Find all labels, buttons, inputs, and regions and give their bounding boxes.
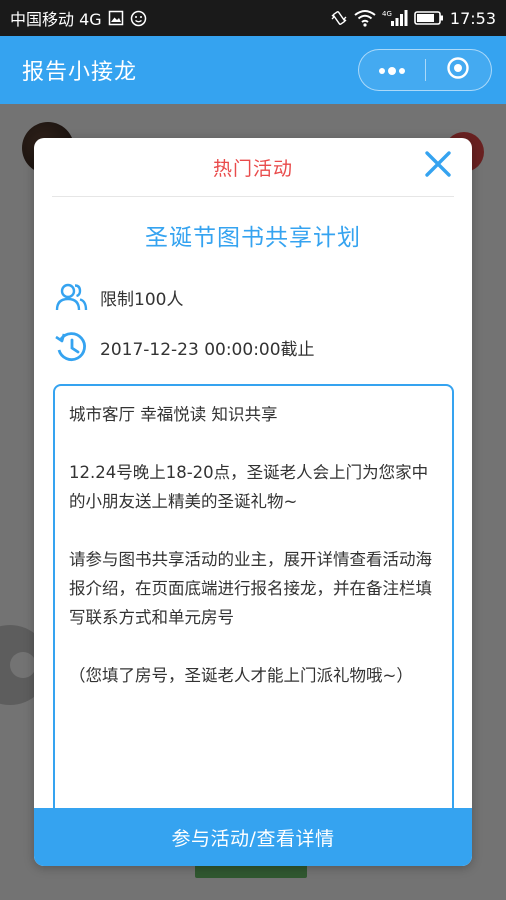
activity-title: 圣诞节图书共享计划 <box>145 225 361 251</box>
modal-header-title: 热门活动 <box>212 157 293 180</box>
participant-limit-text: 限制100人 <box>100 289 184 310</box>
users-icon <box>54 280 88 314</box>
close-button[interactable] <box>422 150 454 182</box>
mini-program-capsule <box>358 49 492 91</box>
status-bar-left: 中国移动 4G <box>10 6 147 30</box>
battery-icon <box>414 10 444 26</box>
wifi-icon <box>354 9 376 27</box>
description-line: 城市客厅 幸福悦读 知识共享 <box>69 405 278 424</box>
history-clock-icon <box>54 330 88 364</box>
more-dots-icon <box>377 61 407 80</box>
clock-label: 17:53 <box>449 8 496 28</box>
close-icon <box>424 150 452 182</box>
exit-button[interactable] <box>426 50 492 90</box>
title-bar: 报告小接龙 <box>0 36 506 104</box>
description-paragraph: 请参与图书共享活动的业主，展开详情查看活动海报介绍，在页面底端进行报名接龙，并在… <box>69 550 432 627</box>
vibrate-icon <box>330 9 348 27</box>
signal-icon: 4G <box>382 9 408 27</box>
participant-limit-row: 限制100人 <box>54 279 452 315</box>
activity-modal: 热门活动 圣诞节图书共享计划 限制100人 2017-12-23 00:00:0… <box>34 138 472 866</box>
header-divider <box>52 196 454 197</box>
modal-header: 热门活动 <box>34 138 472 196</box>
status-bar-right: 4G 17:53 <box>330 9 496 28</box>
status-bar: 中国移动 4G 4G 17:53 <box>0 0 506 36</box>
close-circle-icon <box>446 56 470 84</box>
deadline-text: 2017-12-23 00:00:00截止 <box>100 339 315 360</box>
more-button[interactable] <box>359 50 425 90</box>
smiley-icon <box>130 10 147 27</box>
app-title: 报告小接龙 <box>22 60 138 85</box>
join-activity-button[interactable]: 参与活动/查看详情 <box>34 808 472 866</box>
description-paragraph: 12.24号晚上18-20点，圣诞老人会上门为您家中的小朋友送上精美的圣诞礼物~ <box>69 463 429 511</box>
description-paragraph: （您填了房号，圣诞老人才能上门派礼物哦~） <box>69 666 413 685</box>
activity-description[interactable]: 城市客厅 幸福悦读 知识共享 12.24号晚上18-20点，圣诞老人会上门为您家… <box>53 384 454 824</box>
deadline-row: 2017-12-23 00:00:00截止 <box>54 329 452 365</box>
screen: 中国移动 4G 4G 17:53 报告小接龙 热门活动 圣诞节图书共享计划 限制… <box>0 0 506 900</box>
carrier-label: 中国移动 4G <box>10 10 102 29</box>
network-type-label: 4G <box>382 10 392 18</box>
gallery-icon <box>108 10 124 26</box>
